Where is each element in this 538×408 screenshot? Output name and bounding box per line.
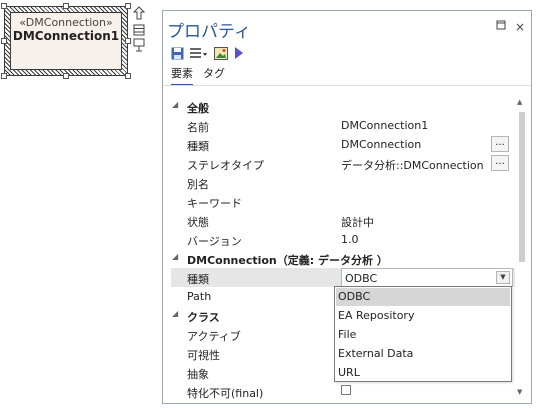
category-label: クラス xyxy=(187,311,220,324)
property-label: バージョン xyxy=(187,235,242,248)
category-label: DMConnection（定義: データ分析 ） xyxy=(187,254,388,267)
dropdown-option[interactable]: ODBC xyxy=(336,288,510,306)
resize-handle-bottom-left[interactable] xyxy=(1,73,7,79)
tab-divider xyxy=(163,85,531,86)
property-label: 抽象 xyxy=(187,368,209,381)
dropdown-option[interactable]: URL xyxy=(336,364,510,382)
resize-handle-bottom[interactable] xyxy=(63,73,69,79)
kind-dropdown-list: ODBC EA Repository File External Data UR… xyxy=(334,286,512,382)
quick-linker-arrow-icon[interactable] xyxy=(133,6,145,20)
property-row-name[interactable]: 名前 DMConnection1 xyxy=(171,116,515,135)
image-icon[interactable] xyxy=(214,45,228,61)
property-label: 特化不可(final) xyxy=(187,387,264,400)
property-value[interactable]: 1.0 xyxy=(341,233,359,246)
property-value[interactable]: データ分析::DMConnection xyxy=(341,157,484,173)
dropdown-option[interactable]: File xyxy=(336,326,510,344)
pin-icon[interactable] xyxy=(494,20,508,34)
collapse-arrow-icon[interactable]: ◢ xyxy=(172,309,178,318)
resize-handle-top[interactable] xyxy=(63,3,69,9)
dropdown-option[interactable]: EA Repository xyxy=(336,307,510,325)
property-row-status[interactable]: 状態 設計中 xyxy=(171,211,515,230)
tab-element[interactable]: 要素 xyxy=(171,65,193,86)
property-label: アクティブ xyxy=(187,330,241,343)
scroll-down-icon[interactable]: ▼ xyxy=(517,388,522,396)
resize-handle-top-left[interactable] xyxy=(1,3,7,9)
dmconnection-element[interactable]: «DMConnection» DMConnection1 xyxy=(4,6,128,76)
scrollbar-thumb[interactable] xyxy=(519,112,525,262)
toolbar xyxy=(171,44,244,62)
collapse-arrow-icon[interactable]: ◢ xyxy=(172,252,178,261)
resize-handle-bottom-right[interactable] xyxy=(125,73,131,79)
element-stereotype: «DMConnection» xyxy=(19,16,113,29)
resize-handle-top-right[interactable] xyxy=(125,3,131,9)
panel-title: プロパティ xyxy=(167,22,251,42)
property-label: 可視性 xyxy=(187,349,220,362)
resize-handle-left[interactable] xyxy=(1,38,7,44)
tab-bar: 要素 タグ xyxy=(171,65,225,86)
property-row-version[interactable]: バージョン 1.0 xyxy=(171,230,515,249)
dropdown-option[interactable]: External Data xyxy=(336,345,510,363)
kind-combobox[interactable]: ODBC ▼ xyxy=(341,268,513,287)
property-row-stereotype[interactable]: ステレオタイプ データ分析::DMConnection ... xyxy=(171,154,515,173)
property-label: Path xyxy=(187,290,212,303)
property-value[interactable]: DMConnection xyxy=(341,138,421,151)
property-label: 種類 xyxy=(187,140,209,153)
scroll-up-icon[interactable]: ▲ xyxy=(517,98,522,106)
element-menu-icon[interactable] xyxy=(133,38,145,52)
property-label: 別名 xyxy=(187,178,209,191)
element-name: DMConnection1 xyxy=(12,29,120,43)
property-row-alias[interactable]: 別名 xyxy=(171,173,515,192)
vertical-scrollbar[interactable]: ▲ ▼ xyxy=(516,98,528,398)
property-label: 種類 xyxy=(187,273,209,286)
property-row-keyword[interactable]: キーワード xyxy=(171,192,515,211)
property-row-dm-kind[interactable]: 種類 ODBC ▼ xyxy=(171,268,515,287)
save-icon[interactable] xyxy=(171,45,184,61)
menu-icon[interactable] xyxy=(190,45,208,61)
close-icon[interactable]: × xyxy=(513,20,527,34)
combobox-value: ODBC xyxy=(345,272,378,285)
category-dmconnection[interactable]: ◢ DMConnection（定義: データ分析 ） xyxy=(171,249,515,268)
property-value[interactable]: DMConnection1 xyxy=(341,119,428,132)
element-list-icon[interactable] xyxy=(133,24,145,36)
final-checkbox[interactable] xyxy=(341,385,351,395)
property-row-final[interactable]: 特化不可(final) xyxy=(171,382,515,401)
element-body: «DMConnection» DMConnection1 xyxy=(10,12,122,70)
stereotype-browse-button[interactable]: ... xyxy=(491,155,509,171)
tab-tags[interactable]: タグ xyxy=(203,65,225,86)
play-icon[interactable] xyxy=(234,45,244,61)
chevron-down-icon[interactable]: ▼ xyxy=(496,271,510,284)
property-row-kind[interactable]: 種類 DMConnection ... xyxy=(171,135,515,154)
kind-browse-button[interactable]: ... xyxy=(491,136,509,152)
property-label: 名前 xyxy=(187,121,209,134)
resize-handle-right[interactable] xyxy=(125,38,131,44)
collapse-arrow-icon[interactable]: ◢ xyxy=(172,100,178,109)
category-label: 全般 xyxy=(187,102,209,115)
category-general[interactable]: ◢ 全般 xyxy=(171,97,515,116)
property-value[interactable]: 設計中 xyxy=(341,214,374,230)
property-label: ステレオタイプ xyxy=(187,159,264,172)
property-label: キーワード xyxy=(187,197,242,210)
property-label: 状態 xyxy=(187,216,209,229)
